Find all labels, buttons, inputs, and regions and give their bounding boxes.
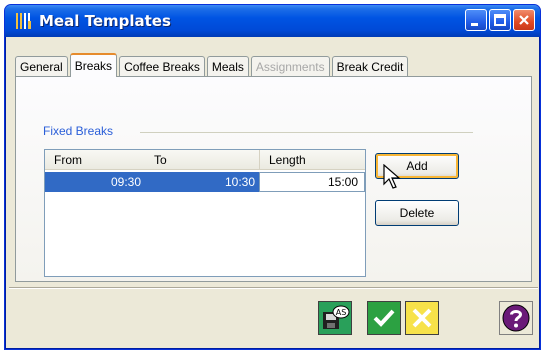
x-icon <box>412 308 432 328</box>
question-icon <box>502 304 530 332</box>
help-button[interactable] <box>499 301 533 335</box>
fork-knife-icon <box>13 10 35 32</box>
fixed-breaks-legend: Fixed Breaks <box>43 124 114 138</box>
svg-text:AS: AS <box>336 308 347 317</box>
title-bar[interactable]: Meal Templates <box>5 5 540 37</box>
column-header-from[interactable]: From <box>45 150 145 170</box>
save-as-button[interactable]: AS <box>318 301 352 335</box>
mouse-pointer-icon <box>383 163 403 192</box>
close-icon[interactable] <box>513 9 535 31</box>
checkmark-icon <box>373 309 395 327</box>
list-header: From To Length <box>45 150 365 170</box>
maximize-icon[interactable] <box>489 9 511 31</box>
window-controls <box>465 9 535 31</box>
cell-to[interactable]: 10:30 <box>145 172 259 192</box>
cancel-button[interactable] <box>405 301 439 335</box>
delete-button[interactable]: Delete <box>375 200 459 226</box>
tab-meals[interactable]: Meals <box>206 56 249 77</box>
tab-strip: General Breaks Coffee Breaks Meals Assig… <box>15 53 410 77</box>
meal-templates-window: Meal Templates General Breaks Coffee Bre… <box>4 4 541 350</box>
table-row[interactable]: 09:30 10:30 15:00 <box>45 172 365 192</box>
fixed-breaks-list[interactable]: From To Length 09:30 10:30 15:00 <box>44 149 366 277</box>
tab-break-credit[interactable]: Break Credit <box>331 56 409 77</box>
ok-button[interactable] <box>367 301 401 335</box>
column-header-to[interactable]: To <box>145 150 259 170</box>
column-header-length[interactable]: Length <box>259 150 365 170</box>
save-as-icon: AS <box>323 305 350 329</box>
footer-divider <box>9 287 538 289</box>
tab-general[interactable]: General <box>15 56 68 77</box>
tab-coffee-breaks[interactable]: Coffee Breaks <box>119 56 205 77</box>
tab-breaks[interactable]: Breaks <box>69 53 118 77</box>
group-divider <box>140 132 473 133</box>
cell-from[interactable]: 09:30 <box>45 172 145 192</box>
length-input[interactable]: 15:00 <box>259 172 365 192</box>
minimize-icon[interactable] <box>465 9 487 31</box>
window-title: Meal Templates <box>39 12 171 30</box>
tab-assignments: Assignments <box>250 56 330 77</box>
